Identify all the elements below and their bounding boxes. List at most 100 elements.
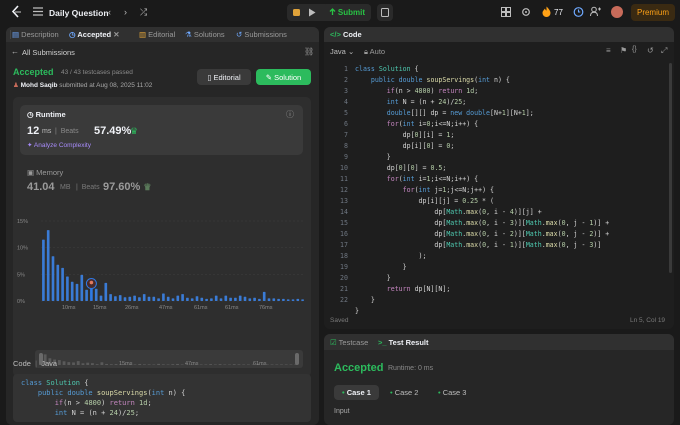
runtime-beats-pct: 57.49% (94, 125, 132, 137)
range-handle-right[interactable] (295, 353, 299, 365)
minimap-bar (204, 364, 208, 365)
info-icon[interactable]: ⓘ (286, 109, 294, 120)
line-number: 10 (340, 164, 348, 172)
bar (229, 297, 232, 301)
timer-icon[interactable] (573, 6, 584, 17)
tab-test-result[interactable]: >_ Test Result (378, 338, 429, 347)
minimap-bar (180, 364, 184, 365)
author-line: ♟ Mohd Saqib submitted at Aug 08, 2025 1… (13, 81, 152, 89)
settings-gear-icon[interactable] (521, 7, 531, 17)
code-line: int N = (n + 24)/25; (386, 98, 467, 106)
note-icon (381, 8, 389, 17)
format-icon[interactable]: ≡ (606, 46, 611, 55)
memory-beats-label: | Beats (76, 184, 100, 191)
line-number: 7 (344, 131, 348, 139)
minimap-bar (275, 364, 279, 365)
debug-icon[interactable] (292, 8, 301, 17)
bar (272, 298, 276, 301)
clock-icon: ◷ (27, 110, 36, 119)
run-icon[interactable] (308, 8, 316, 17)
shuffle-icon[interactable]: ⤮ (140, 7, 150, 17)
premium-button[interactable]: Premium (631, 4, 675, 21)
minimap-bar (289, 364, 293, 365)
language-select[interactable]: Java ⌄ (330, 47, 354, 56)
notes-button[interactable] (377, 4, 393, 21)
user-avatar-dot (89, 280, 94, 285)
analyze-complexity-link[interactable]: ✦ Analyze Complexity (27, 141, 91, 149)
problem-list-icon[interactable] (33, 7, 43, 16)
line-number: 5 (344, 109, 348, 117)
reset-icon[interactable]: ↺ (647, 46, 654, 55)
braces-icon[interactable]: {} (632, 46, 637, 53)
tab-submissions[interactable]: ↺ Submissions (236, 30, 287, 39)
author-name[interactable]: Mohd Saqib (21, 82, 58, 89)
share-link-icon[interactable]: ⛓ (304, 47, 314, 56)
prev-problem-icon[interactable]: ‹ (108, 7, 118, 17)
bar (282, 298, 285, 301)
tab-description[interactable]: ▤ Description (12, 30, 59, 39)
problem-list-title[interactable]: Daily Question (49, 8, 109, 18)
runtime-distribution-chart[interactable]: 15% 10% 5% 0% 10ms 15ms 26ms 47ms 61ms 61ms 76ms (13, 197, 311, 347)
bar (262, 291, 266, 301)
y-tick-label: 5% (17, 272, 25, 278)
y-tick-label: 10% (17, 246, 28, 252)
line-number: 22 (340, 296, 348, 304)
tab-editorial[interactable]: ▥ Editorial (139, 30, 175, 39)
bar (248, 298, 252, 301)
expand-icon[interactable]: ⤢ (661, 46, 667, 56)
bar (224, 295, 228, 301)
runtime-value: 12 (27, 125, 40, 137)
x-tick-label: 47ms (159, 305, 173, 311)
back-arrow-icon[interactable]: ← (11, 47, 19, 56)
editor-toolbar: Java ⌄ 🔒︎ Auto ≡ ⚑ {} ↺ ⤢ (324, 44, 674, 59)
streak-fire-icon[interactable] (542, 6, 551, 17)
range-label: 61ms (253, 361, 267, 367)
x-tick-label: 10ms (62, 305, 76, 311)
bar (253, 297, 256, 301)
user-avatar[interactable] (611, 6, 623, 18)
submitted-code-preview[interactable]: class Solution { public double soupServi… (13, 374, 311, 422)
add-user-icon[interactable] (590, 6, 601, 17)
code-line: public double soupServings(int n) { (370, 76, 510, 84)
bar (104, 282, 108, 301)
case-tab-2[interactable]: • Case 2 (382, 385, 426, 400)
leetcode-logo-icon[interactable] (10, 5, 24, 19)
code-language-header: Code | Java (13, 359, 58, 368)
memory-label[interactable]: ▣ Memory (27, 168, 63, 177)
x-tick-label: 15ms (93, 305, 107, 311)
memory-unit: MB (60, 184, 71, 191)
range-label: 47ms (185, 361, 199, 367)
all-submissions-link[interactable]: All Submissions (22, 48, 75, 57)
editor-scrollbar[interactable] (669, 63, 672, 273)
minimap-bar (76, 361, 80, 365)
tab-accepted[interactable]: ◷ Accepted ✕ (69, 30, 120, 39)
range-selector[interactable]: 15ms 47ms 61ms (35, 350, 303, 368)
next-problem-icon[interactable]: › (124, 7, 134, 17)
bar (61, 267, 64, 301)
case-tab-1[interactable]: • Case 1 (334, 385, 379, 400)
layout-grid-icon[interactable] (501, 7, 511, 17)
editor-title: </> Code (330, 30, 362, 39)
auto-mode-toggle[interactable]: 🔒︎ Auto (364, 47, 385, 57)
code-line: dp[i][j] = 0.25 * ( (355, 197, 494, 205)
tab-testcase[interactable]: ☑ Testcase (330, 338, 368, 347)
bar (114, 296, 117, 301)
submit-button[interactable]: Submit (323, 4, 371, 21)
left-tab-bar: ▤ Description ◷ Accepted ✕ ▥ Editorial ⚗… (6, 27, 319, 42)
streak-count[interactable]: 77 (554, 8, 563, 17)
minimap-bar (228, 364, 231, 365)
bar (94, 288, 98, 301)
editorial-button[interactable]: ▯ Editorial (197, 69, 251, 85)
tab-solutions[interactable]: ⚗ Solutions (185, 30, 225, 39)
bookmark-icon[interactable]: ⚑ (620, 46, 627, 55)
terminal-icon: >_ (378, 338, 389, 347)
bar (133, 295, 136, 301)
runtime-card[interactable]: ◷ Runtime ⓘ 12 ms | Beats 57.49% ♛ ✦ Ana… (20, 105, 303, 155)
case-tab-3[interactable]: • Case 3 (430, 385, 474, 400)
code-editor[interactable]: 1 2 3 4 5 6 7 8 9 10 11 12 13 14 15 16 17 18 19 20 21 22 clas… (324, 63, 674, 315)
close-tab-icon[interactable]: ✕ (111, 30, 119, 39)
bar (219, 298, 223, 301)
bar (118, 295, 122, 301)
stats-box: ◷ Runtime ⓘ 12 ms | Beats 57.49% ♛ ✦ Ana… (13, 97, 311, 377)
post-solution-button[interactable]: ✎ Solution (256, 69, 311, 85)
